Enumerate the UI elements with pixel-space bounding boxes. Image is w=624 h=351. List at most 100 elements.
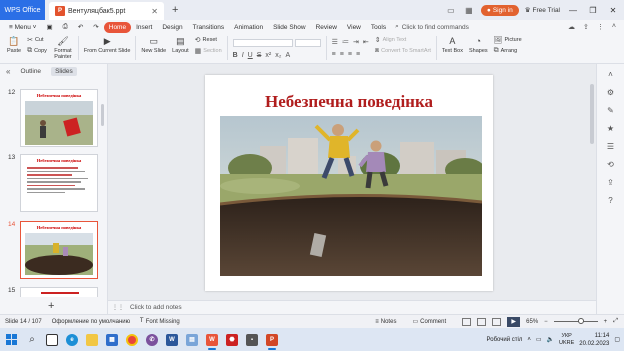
underline-icon[interactable]: U: [248, 52, 253, 59]
undo-icon[interactable]: ↶: [73, 22, 88, 33]
tab-outline[interactable]: Outline: [16, 67, 45, 76]
reset-button[interactable]: ⟲ Reset: [195, 36, 222, 44]
current-slide[interactable]: Небезпечна поведінка: [205, 75, 493, 291]
subscript-icon[interactable]: x₂: [275, 52, 281, 59]
save-icon[interactable]: ▣: [41, 22, 57, 33]
italic-icon[interactable]: I: [242, 52, 244, 59]
text-box-button[interactable]: A Text Box: [439, 34, 466, 55]
more-icon[interactable]: ⋮: [597, 23, 604, 31]
convert-smartart-button[interactable]: ⧈ Convert To SmartArt: [375, 47, 431, 55]
app-icon[interactable]: ▤: [182, 328, 202, 351]
tab-slides[interactable]: Slides: [51, 66, 77, 76]
font-name-select[interactable]: [232, 39, 293, 47]
paste-button[interactable]: 📋 Paste: [4, 34, 24, 55]
properties-icon[interactable]: ⚙: [605, 88, 617, 97]
history-icon[interactable]: ⟲: [605, 160, 617, 169]
cloud-icon[interactable]: ☁: [568, 23, 575, 31]
menu-tab-animation[interactable]: Animation: [229, 22, 268, 33]
strikethrough-icon[interactable]: S: [257, 52, 262, 59]
chrome-icon[interactable]: [122, 328, 142, 351]
command-search[interactable]: ⌕ Click to find commands: [395, 23, 469, 31]
justify-icon[interactable]: ≡: [356, 51, 360, 58]
menu-tab-insert[interactable]: Insert: [131, 22, 157, 33]
wps-icon[interactable]: W: [202, 328, 222, 351]
font-size-select[interactable]: [294, 39, 321, 47]
animation-icon[interactable]: ★: [605, 124, 617, 133]
chevron-up-icon[interactable]: ˄: [527, 337, 531, 343]
document-tab[interactable]: P Вентуляцбак5.ppt ✕: [49, 2, 164, 20]
copy-button[interactable]: ⧉ Copy: [27, 47, 47, 55]
zoom-in-icon[interactable]: +: [604, 319, 608, 325]
superscript-icon[interactable]: x²: [265, 52, 271, 59]
shapes-button[interactable]: ◔ Shapes: [466, 34, 491, 55]
section-button[interactable]: ▦ Section: [195, 47, 222, 55]
notification-icon[interactable]: ▢: [614, 336, 620, 343]
format-painter-button[interactable]: 🖌 Format Painter: [50, 34, 76, 61]
new-slide-button[interactable]: ▭ New Slide: [138, 34, 169, 55]
wps-presentation-icon[interactable]: P: [262, 328, 282, 351]
add-slide-icon[interactable]: +: [48, 300, 54, 312]
close-tab-icon[interactable]: ✕: [151, 7, 158, 16]
drag-handle-icon[interactable]: ⋮⋮: [112, 304, 124, 311]
arrange-button[interactable]: ⧉ Arrang: [494, 47, 522, 55]
slide-thumbnail-12[interactable]: 12 Небезпечна поведінка: [8, 89, 98, 147]
task-view-icon[interactable]: [42, 328, 62, 351]
zoom-slider[interactable]: [553, 318, 598, 324]
canvas-scrollbar[interactable]: [590, 84, 594, 144]
clock[interactable]: 11:14 20.02.2023: [579, 332, 609, 348]
print-icon[interactable]: ⎙: [58, 22, 73, 33]
file-explorer-icon[interactable]: [82, 328, 102, 351]
bullets-icon[interactable]: ☰: [332, 38, 338, 46]
fit-window-icon[interactable]: ⤢: [613, 318, 618, 325]
maximize-icon[interactable]: ❐: [586, 6, 600, 15]
collapse-ribbon-icon[interactable]: ˄: [612, 23, 616, 31]
picture-button[interactable]: 🖼 Picture: [494, 36, 522, 44]
slide-thumbnail-13[interactable]: 13 Небезпечна поведінка: [8, 154, 98, 212]
share-icon[interactable]: ⇪: [605, 178, 617, 187]
menu-tab-home[interactable]: Home: [103, 21, 132, 33]
thumbnail-scrollbar[interactable]: [101, 104, 104, 126]
align-left-icon[interactable]: ≡: [332, 51, 336, 58]
zoom-slider-knob[interactable]: [577, 318, 584, 324]
slide-sorter-icon[interactable]: [477, 317, 487, 326]
notes-area[interactable]: ⋮⋮ Click to add notes: [108, 300, 596, 314]
word-icon[interactable]: W: [162, 328, 182, 351]
wps-office-tab[interactable]: WPS Office: [0, 0, 45, 20]
sign-in-button[interactable]: ● Sign in: [480, 4, 519, 16]
zoom-out-icon[interactable]: −: [544, 319, 548, 325]
viber-icon[interactable]: ✆: [142, 328, 162, 351]
reading-view-icon[interactable]: [492, 317, 502, 326]
redo-icon[interactable]: ↷: [88, 22, 103, 33]
window-layout-icon[interactable]: ▭: [445, 4, 457, 16]
outdent-icon[interactable]: ⇤: [363, 38, 369, 46]
store-icon[interactable]: ▦: [102, 328, 122, 351]
menu-tab-view[interactable]: View: [342, 22, 366, 33]
menu-tab-tools[interactable]: Tools: [366, 22, 391, 33]
app-icon[interactable]: ▪: [242, 328, 262, 351]
normal-view-icon[interactable]: [462, 317, 472, 326]
share-icon[interactable]: ⇪: [583, 23, 589, 31]
numbering-icon[interactable]: ≔: [342, 38, 349, 46]
font-missing-button[interactable]: Ꭲ Font Missing: [140, 318, 180, 325]
free-trial-button[interactable]: ♛ Free Trial: [525, 6, 560, 15]
bold-icon[interactable]: B: [233, 52, 238, 59]
cut-button[interactable]: ✂ Cut: [27, 36, 47, 44]
comment-toggle[interactable]: ▭ Comment: [412, 318, 446, 326]
menu-tab-transitions[interactable]: Transitions: [188, 22, 230, 33]
search-icon[interactable]: ⌕: [22, 328, 42, 351]
zoom-level[interactable]: 65%: [526, 319, 538, 325]
slide-illustration[interactable]: [220, 116, 482, 276]
indent-icon[interactable]: ⇥: [353, 38, 359, 46]
edge-icon[interactable]: e: [62, 328, 82, 351]
theme-name[interactable]: Оформление по умолчанию: [52, 319, 130, 325]
align-right-icon[interactable]: ≡: [348, 51, 352, 58]
layout-button[interactable]: ▤ Layout: [169, 34, 192, 55]
align-text-button[interactable]: ⇕ Align Text: [375, 36, 431, 44]
slideshow-play-button[interactable]: ▶: [507, 316, 521, 327]
menu-tab-slide-show[interactable]: Slide Show: [268, 22, 311, 33]
shield-app-icon[interactable]: ⬣: [222, 328, 242, 351]
start-button[interactable]: [0, 328, 22, 351]
desktop-label[interactable]: Робочий стіл: [487, 337, 523, 343]
minimize-icon[interactable]: —: [566, 6, 580, 15]
menu-tab-design[interactable]: Design: [157, 22, 187, 33]
